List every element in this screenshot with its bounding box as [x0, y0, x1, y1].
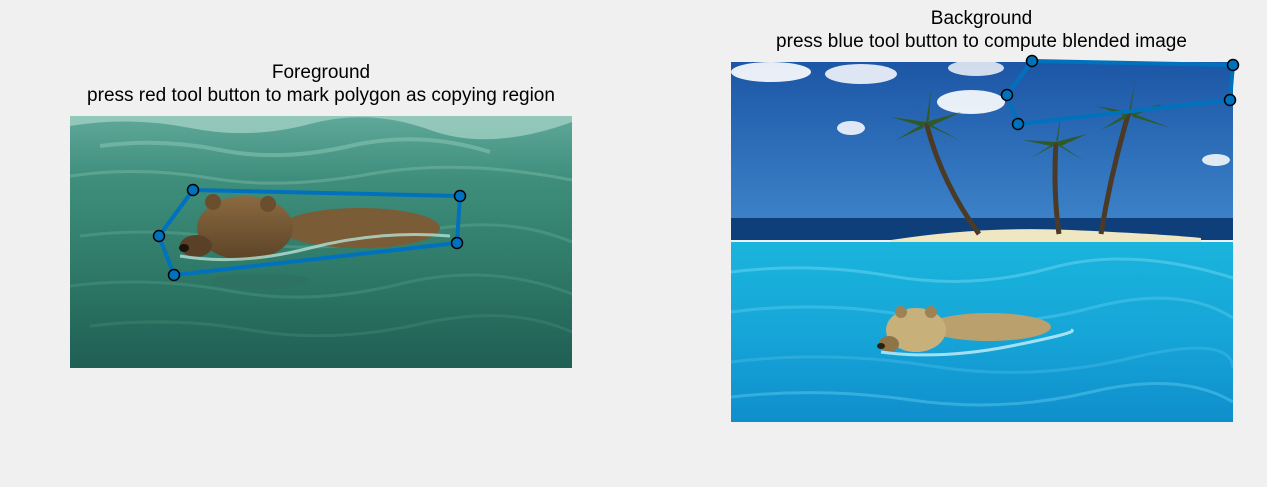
- background-roi-vertex-handle[interactable]: [1000, 88, 1014, 102]
- foreground-title: Foreground press red tool button to mark…: [20, 61, 622, 107]
- background-image: [731, 62, 1233, 422]
- foreground-roi-vertex-handle[interactable]: [453, 189, 467, 203]
- background-title-heading: Background: [930, 8, 1033, 29]
- background-image-axes[interactable]: [731, 62, 1233, 422]
- background-roi-vertex-handle[interactable]: [1226, 58, 1240, 72]
- background-title-instruction: press blue tool button to compute blende…: [776, 31, 1187, 52]
- foreground-roi-vertex-handle[interactable]: [186, 183, 200, 197]
- background-title: Background press blue tool button to com…: [696, 7, 1267, 53]
- foreground-roi-vertex-handle[interactable]: [450, 236, 464, 250]
- foreground-image-axes[interactable]: [70, 116, 572, 368]
- foreground-image: [70, 116, 572, 368]
- background-roi-vertex-handle[interactable]: [1011, 117, 1025, 131]
- background-roi-vertex-handle[interactable]: [1025, 54, 1039, 68]
- background-roi-vertex-handle[interactable]: [1223, 93, 1237, 107]
- foreground-roi-vertex-handle[interactable]: [152, 229, 166, 243]
- foreground-title-instruction: press red tool button to mark polygon as…: [87, 85, 555, 106]
- foreground-roi-vertex-handle[interactable]: [167, 268, 181, 282]
- foreground-title-heading: Foreground: [271, 62, 371, 83]
